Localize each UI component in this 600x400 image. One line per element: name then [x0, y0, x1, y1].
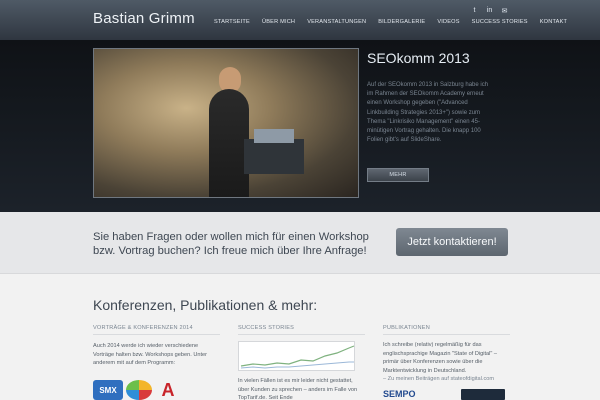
laptop [254, 129, 294, 143]
success-chart-graphic [240, 345, 355, 369]
sempo-logo[interactable]: SEMPO [383, 389, 416, 399]
nav-item-startseite[interactable]: STARTSEITE [214, 19, 250, 25]
contact-button[interactable]: Jetzt kontaktieren! [396, 228, 508, 256]
column-divider [93, 334, 220, 335]
slide-photo[interactable] [93, 48, 359, 198]
nav-item-videos[interactable]: VIDEOS [437, 19, 459, 25]
section-title: Konferenzen, Publikationen & mehr: [93, 297, 318, 313]
success-chart-image[interactable] [238, 341, 355, 371]
slide-title: SEOkomm 2013 [367, 50, 470, 66]
header: Bastian Grimm t in ✉ STARTSEITE ÜBER MIC… [0, 0, 600, 40]
column-text-publikationen: Ich schreibe (relativ) regelmäßig für da… [383, 342, 498, 374]
main-nav: STARTSEITE ÜBER MICH VERANSTALTUNGEN BIL… [214, 19, 567, 25]
linkedin-icon[interactable]: in [485, 6, 494, 15]
nav-item-veranstaltungen[interactable]: VERANSTALTUNGEN [307, 19, 366, 25]
conference-ring-logo[interactable] [126, 380, 152, 400]
twitter-icon[interactable]: t [470, 6, 479, 15]
hero-slider: SEOkomm 2013 Auf der SEOkomm 2013 in Sal… [0, 40, 600, 246]
cta-text: Sie haben Fragen oder wollen mich für ei… [93, 231, 369, 257]
column-text-vortraege: Auch 2014 werde ich wieder verschiedene … [93, 343, 208, 366]
smx-logo[interactable]: SMX [93, 380, 123, 400]
slide-text: Auf der SEOkomm 2013 in Salzburg habe ic… [367, 82, 489, 144]
conference-a-logo[interactable]: A [158, 380, 178, 400]
column-heading-vortraege: VORTRÄGE & KONFERENZEN 2014 [93, 325, 193, 331]
stateofdigital-link[interactable]: – Zu meinen Beiträgen auf stateofdigital… [383, 375, 510, 384]
column-divider [238, 334, 365, 335]
column-heading-success: SUCCESS STORIES [238, 325, 295, 331]
nav-item-bildergalerie[interactable]: BILDERGALERIE [378, 19, 425, 25]
nav-item-ueber-mich[interactable]: ÜBER MICH [262, 19, 295, 25]
email-icon[interactable]: ✉ [500, 6, 509, 15]
site-brand[interactable]: Bastian Grimm [93, 10, 195, 27]
social-links: t in ✉ [470, 6, 509, 15]
desk [244, 139, 304, 174]
column-heading-publikationen: PUBLIKATIONEN [383, 325, 430, 331]
column-divider [383, 334, 510, 335]
column-text-success: In vielen Fällen ist es mir leider nicht… [238, 378, 358, 400]
nav-item-kontakt[interactable]: KONTAKT [540, 19, 567, 25]
publication-dark-logo[interactable] [461, 389, 505, 400]
speaker-body [209, 89, 249, 197]
more-button[interactable]: MEHR [367, 168, 429, 182]
nav-item-success-stories[interactable]: SUCCESS STORIES [472, 19, 528, 25]
cta-band: Sie haben Fragen oder wollen mich für ei… [0, 212, 600, 274]
